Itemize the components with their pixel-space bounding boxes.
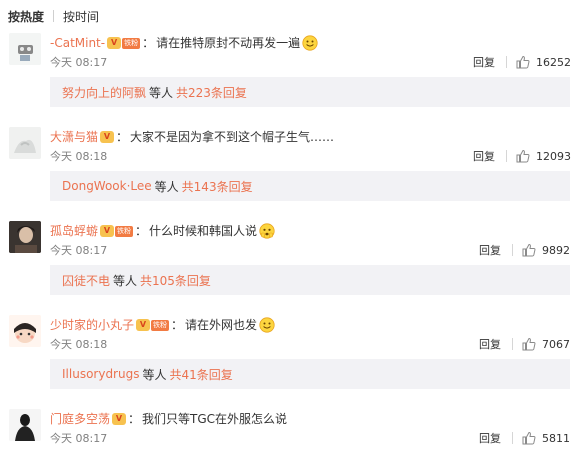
reply-button[interactable]: 回复 [473,56,495,70]
reply-preview[interactable]: Illusorydrugs 等人 共41条回复 [50,359,570,389]
like-count: 9892 [542,243,570,257]
like-button[interactable]: 12093 [506,149,571,163]
comment-line: 孤岛蜉蝣 V 铁粉 ： 什么时候和韩国人说 [50,223,275,239]
tab-sort-by-time[interactable]: 按时间 [63,8,99,25]
like-count: 7067 [542,337,570,351]
vip-badge-icon[interactable]: V 铁粉 [107,37,141,49]
like-button[interactable]: 16252 [506,55,571,69]
reply-user-link[interactable]: DongWook·Lee [62,179,152,193]
reply-button[interactable]: 回复 [479,432,501,446]
avatar[interactable] [9,33,41,65]
username-link[interactable]: 大潇与猫 [50,129,98,145]
vip-badge-label: V [107,37,122,49]
reply-count-link[interactable]: 共105条回复 [140,272,211,289]
username-link[interactable]: 少时家的小丸子 [50,317,134,333]
smiley-emoji-icon [302,35,318,51]
comment-text: 请在推特原封不动再发一遍 [156,36,301,50]
fan-badge: 铁粉 [115,225,134,237]
comment-time: 今天 08:18 [50,338,108,351]
comment-line: -CatMint- V 铁粉 ： 请在推特原封不动再发一遍 [50,35,318,51]
comment-line: 少时家的小丸子 V 铁粉 ： 请在外网也发 [50,317,275,333]
comment-text: 请在外网也发 [185,318,258,332]
vip-badge-icon[interactable]: V [112,413,127,425]
vip-badge-label: V [100,225,115,237]
avatar[interactable] [9,127,41,159]
tab-sort-by-hot[interactable]: 按热度 [8,8,44,25]
reply-preview[interactable]: 努力向上的阿飘 等人 共223条回复 [50,77,570,107]
avatar[interactable] [9,409,41,441]
thumbs-up-icon [516,55,530,69]
reply-user-link[interactable]: 囚徒不电 [62,272,110,289]
vip-badge-label: V [100,131,115,143]
username-link[interactable]: -CatMint- [50,35,105,51]
comment-separator: ： [116,130,129,144]
comment-time: 今天 08:17 [50,432,108,445]
tab-divider [53,10,55,22]
comment-text: 大家不是因为拿不到这个帽子生气…… [130,130,335,144]
like-count: 5811 [542,431,570,445]
reply-button[interactable]: 回复 [473,150,495,164]
comment-line: 大潇与猫 V ： 大家不是因为拿不到这个帽子生气…… [50,129,334,145]
fan-badge: 铁粉 [151,319,170,331]
like-count: 12093 [536,149,571,163]
comment-text: 什么时候和韩国人说 [149,224,258,238]
comment-separator: ： [135,224,148,238]
comment-time: 今天 08:17 [50,56,108,69]
comment-item: 门庭多空荡 V ： 我们只等TGC在外服怎么说 今天 08:17 回复 5811 [0,409,581,449]
divider [512,432,513,444]
comment-text: 我们只等TGC在外服怎么说 [142,412,288,426]
vip-badge-icon[interactable]: V [100,131,115,143]
avatar[interactable] [9,315,41,347]
thumbs-up-icon [522,431,536,445]
comment-time: 今天 08:17 [50,244,108,257]
comment-item: -CatMint- V 铁粉 ： 请在推特原封不动再发一遍 今天 08:17 回复… [0,33,581,115]
comment-item: 大潇与猫 V ： 大家不是因为拿不到这个帽子生气…… 今天 08:18 回复 1… [0,127,581,209]
divider [512,338,513,350]
reply-button[interactable]: 回复 [479,338,501,352]
divider [506,56,507,68]
fan-badge: 铁粉 [122,37,141,49]
vip-badge-label: V [136,319,151,331]
divider [506,150,507,162]
like-button[interactable]: 9892 [512,243,570,257]
like-button[interactable]: 7067 [512,337,570,351]
avatar[interactable] [9,221,41,253]
username-link[interactable]: 孤岛蜉蝣 [50,223,98,239]
comment-separator: ： [142,36,155,50]
comment-line: 门庭多空荡 V ： 我们只等TGC在外服怎么说 [50,411,287,427]
sort-tabs: 按热度 按时间 [8,8,99,24]
reply-etc-text: 等人 [142,367,167,382]
vip-badge-icon[interactable]: V 铁粉 [136,319,170,331]
vip-badge-label: V [112,413,127,425]
thumbs-up-icon [516,149,530,163]
reply-count-link[interactable]: 共143条回复 [182,178,253,195]
reply-user-link[interactable]: 努力向上的阿飘 [62,84,146,101]
like-button[interactable]: 5811 [512,431,570,445]
reply-etc-text: 等人 [149,85,174,100]
comment-item: 孤岛蜉蝣 V 铁粉 ： 什么时候和韩国人说 今天 08:17 回复 9892 囚徒… [0,221,581,303]
divider [512,244,513,256]
vip-badge-icon[interactable]: V 铁粉 [100,225,134,237]
like-count: 16252 [536,55,571,69]
reply-count-link[interactable]: 共223条回复 [176,84,247,101]
comment-separator: ： [171,318,184,332]
reply-count-link[interactable]: 共41条回复 [169,366,232,383]
comment-item: 少时家的小丸子 V 铁粉 ： 请在外网也发 今天 08:18 回复 7067 Il… [0,315,581,397]
comment-separator: ： [128,412,141,426]
reply-preview[interactable]: 囚徒不电 等人 共105条回复 [50,265,570,295]
comment-time: 今天 08:18 [50,150,108,163]
reply-button[interactable]: 回复 [479,244,501,258]
reply-etc-text: 等人 [154,179,179,194]
thumbs-up-icon [522,337,536,351]
worried-emoji-icon [259,223,275,239]
username-link[interactable]: 门庭多空荡 [50,411,110,427]
reply-etc-text: 等人 [113,273,138,288]
smiley-emoji-icon [259,317,275,333]
reply-preview[interactable]: DongWook·Lee 等人 共143条回复 [50,171,570,201]
thumbs-up-icon [522,243,536,257]
reply-user-link[interactable]: Illusorydrugs [62,367,139,381]
